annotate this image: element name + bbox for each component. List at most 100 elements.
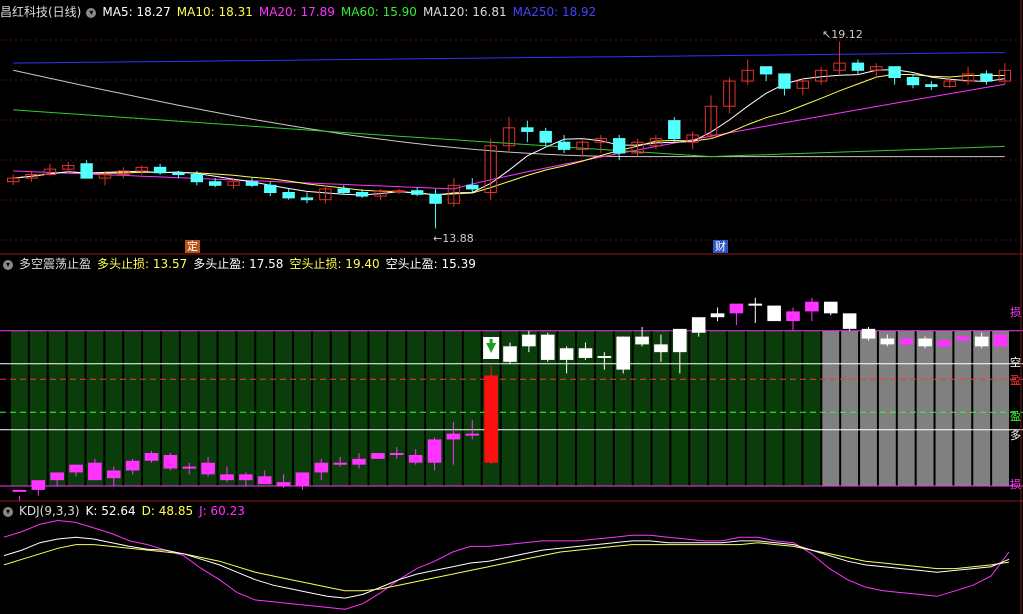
right-label-sun-bottom: 损 [1010, 478, 1021, 491]
indicator-candle-body [257, 476, 272, 485]
indicator-candle-body [276, 482, 291, 486]
price-candle-body [337, 188, 350, 193]
price-candle-body [190, 174, 204, 183]
indicator-candle-body [861, 328, 876, 339]
price-candle-body [466, 184, 479, 190]
indicator-candle-body [427, 439, 442, 463]
indicator-background-bar [237, 330, 255, 486]
indicator-candle-body [937, 340, 951, 347]
price-candle-body [80, 163, 93, 179]
indicator-candle-body [597, 356, 612, 359]
indicator-candle-body [125, 460, 140, 471]
indicator-background-bar [916, 330, 934, 486]
indicator-candle-body [710, 313, 725, 318]
indicator-background-bar [954, 330, 972, 486]
indicator-candle-body [295, 472, 310, 486]
indicator-background-bar [935, 330, 953, 486]
low-price-value: 13.88 [442, 232, 474, 245]
indicator-background-bar [765, 330, 783, 486]
right-label-sun-top: 损 [1010, 306, 1021, 319]
indicator-candle-body [31, 480, 46, 490]
price-candle-body [245, 181, 259, 186]
low-price-annotation: ←13.88 [433, 232, 474, 245]
kdj-panel[interactable] [3, 519, 1010, 610]
indicator-background-bar [105, 330, 123, 486]
indicator-background-bar [275, 330, 293, 486]
indicator-candle-body [408, 454, 423, 463]
indicator-background-bar [709, 330, 726, 486]
indicator-background-bar [878, 330, 896, 486]
indicator-background-bar [746, 330, 764, 486]
indicator-candle-body [314, 462, 329, 473]
indicator-background-bar [369, 330, 387, 486]
high-price-annotation: ↖19.12 [822, 28, 863, 41]
indicator-candle-body [12, 489, 27, 492]
indicator-candle-body [748, 303, 763, 306]
stock-title: 昌红科技(日线) [0, 5, 82, 19]
price-candle-body [759, 66, 773, 75]
kong-take-profit-label: 空头止盈: 15.39 [385, 257, 476, 271]
indicator-candle-body [786, 311, 800, 322]
right-label-duo: 多 [1010, 429, 1021, 442]
kdj-header: ▾ KDJ(9,3,3) K: 52.64 D: 48.85 J: 60.23 [0, 503, 251, 519]
indicator-candle-body [673, 328, 687, 353]
indicator-background-bar [727, 330, 745, 486]
indicator-candle-body [842, 313, 857, 329]
indicator-candle-body [182, 466, 197, 469]
indicator-candle-body [201, 462, 215, 475]
ma20-label: MA20: 17.89 [258, 5, 335, 19]
indicator-candle-body [993, 334, 1008, 347]
event-badge-ding[interactable]: 定 [185, 240, 200, 253]
indicator-background-bar [67, 330, 85, 486]
indicator-background-bar [48, 330, 66, 486]
indicator-background-bar [973, 330, 991, 486]
indicator-candle-body [767, 305, 781, 322]
price-candle-body [300, 197, 314, 201]
indicator-candle-body [635, 336, 649, 345]
indicator-candle-body [144, 453, 159, 461]
price-candle-body [557, 141, 571, 150]
price-candle-body [778, 73, 791, 89]
indicator-background-bar [11, 330, 28, 486]
indicator-background-bar [841, 330, 859, 486]
indicator-background-bar [294, 330, 311, 486]
indicator-candle-body [616, 336, 630, 370]
indicator-header: ▾ 多空震荡止盈 多头止损: 13.57 多头止盈: 17.58 空头止损: 19.40… [0, 256, 482, 272]
settings-circle-icon[interactable]: ▾ [3, 259, 13, 270]
indicator-candle-body [484, 375, 498, 463]
price-candle-body [612, 138, 626, 154]
price-candle-body [153, 166, 167, 174]
price-candle-body [264, 184, 277, 193]
indicator-candle-body [956, 336, 970, 341]
green-down-arrow-icon [489, 339, 493, 345]
right-label-ying-green: 盈 [1010, 410, 1021, 423]
indicator-background-bar [218, 330, 236, 486]
price-candle-body [925, 84, 938, 87]
indicator-title: 多空震荡止盈 [19, 257, 92, 271]
event-badge-cai[interactable]: 财 [713, 240, 728, 253]
indicator-candle-body [578, 348, 593, 358]
stock-chart-canvas[interactable] [0, 0, 1023, 614]
indicator-candle-body [918, 338, 932, 347]
indicator-candle-body [163, 454, 178, 469]
indicator-candle-body [239, 474, 253, 481]
settings-circle-icon[interactable]: ▾ [86, 7, 97, 18]
indicator-candle-body [805, 301, 819, 312]
price-candle-body [355, 192, 369, 197]
indicator-background-bar [784, 330, 802, 486]
main-price-panel[interactable] [0, 39, 1023, 241]
kong-stop-loss-label: 空头止损: 19.40 [289, 257, 380, 271]
indicator-candle-body [559, 348, 574, 360]
duo-take-profit-label: 多头止盈: 17.58 [193, 257, 284, 271]
price-candle-body [429, 193, 442, 204]
duo-stop-loss-label: 多头止损: 13.57 [97, 257, 188, 271]
price-candle-body [208, 181, 222, 186]
settings-circle-icon[interactable]: ▾ [3, 506, 13, 517]
price-candle-body [282, 192, 295, 199]
ma250-line [13, 52, 1005, 64]
indicator-candle-body [691, 317, 706, 333]
price-candle-body [172, 172, 185, 176]
main-header: 昌红科技(日线) ▾ MA5: 18.27 MA10: 18.31 MA20: 17.8… [0, 4, 602, 20]
indicator-panel[interactable] [0, 297, 1023, 502]
indicator-candle-body [106, 470, 121, 479]
